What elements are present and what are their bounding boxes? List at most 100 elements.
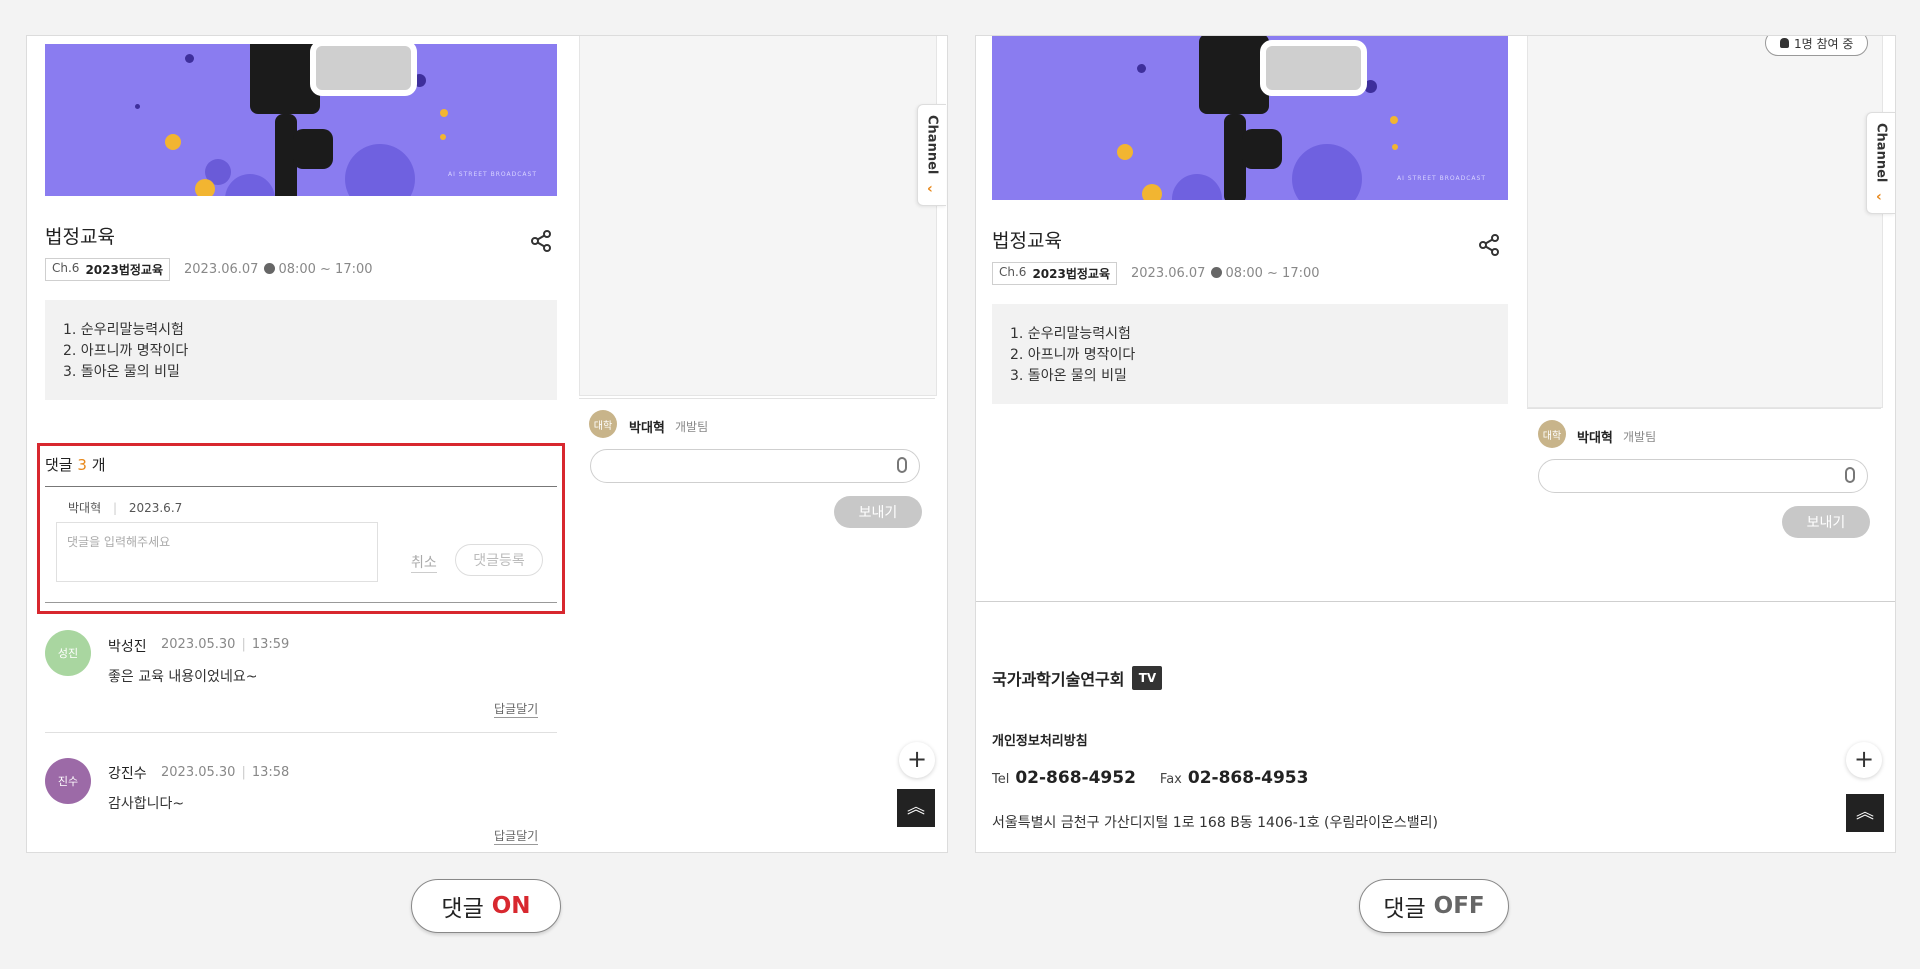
divider	[45, 732, 557, 733]
comment-date: 2023.05.30 | 13:58	[161, 765, 290, 780]
person-icon	[1780, 38, 1789, 48]
channel-name: 2023법정교육	[85, 263, 163, 277]
channel-badge: Ch.6 2023법정교육	[992, 262, 1117, 285]
share-icon[interactable]	[529, 229, 553, 253]
channel-tab-label: Channel	[1873, 123, 1889, 183]
reply-button[interactable]: 답글달기	[494, 827, 539, 845]
agenda-box: 1. 순우리말능력시험 2. 아프니까 명작이다 3. 돌아온 물의 비밀	[992, 304, 1508, 404]
agenda-item: 3. 돌아온 물의 비밀	[63, 364, 180, 380]
tel-number: 02-868-4952	[1015, 768, 1136, 788]
share-icon[interactable]	[1477, 233, 1501, 257]
comment-avatar-text: 진수	[57, 775, 79, 788]
agenda-item: 3. 돌아온 물의 비밀	[1010, 368, 1127, 384]
page-title: 법정교육	[992, 230, 1062, 252]
comment-header-label: 댓글	[45, 456, 73, 474]
video-time-value: 08:00 ~ 17:00	[278, 262, 373, 277]
plus-button[interactable]: +	[1846, 742, 1882, 778]
avatar: 대학	[589, 410, 617, 438]
contact-info: Tel 02-868-4952 Fax 02-868-4953	[992, 768, 1326, 788]
comment-count: 3	[77, 456, 87, 474]
video-meta: Ch.6 2023법정교육 2023.06.07 08:00 ~ 17:00	[45, 258, 373, 281]
divider	[45, 486, 557, 487]
channel-name: 2023법정교육	[1032, 267, 1110, 281]
comment-writer: 박대혁 | 2023.6.7	[68, 501, 183, 515]
page-title: 법정교육	[45, 226, 115, 248]
comment-input[interactable]: 댓글을 입력해주세요	[56, 522, 378, 582]
chevron-left-icon: ‹	[927, 181, 933, 197]
chat-user-name: 박대혁	[629, 421, 665, 436]
site-footer: 국가과학기술연구회 TV 개인정보처리방침 Tel 02-868-4952 Fa…	[976, 601, 1895, 852]
chat-composer: 대학 박대혁 개발팀 보내기	[1527, 408, 1881, 552]
video-time: 08:00 ~ 17:00	[264, 262, 373, 277]
comments-on-preview: AI STREET BROADCAST 법정교육 Ch.6 2023법정교육 2…	[26, 35, 948, 853]
comment-writer-name: 박대혁	[68, 501, 102, 515]
send-button[interactable]: 보내기	[1782, 506, 1870, 538]
banner-watermark: AI STREET BROADCAST	[1397, 175, 1486, 182]
chat-user-name: 박대혁	[1577, 431, 1613, 446]
video-date: 2023.06.07	[1131, 266, 1206, 281]
channel-tab[interactable]: Channel ‹	[1866, 112, 1895, 214]
reply-button[interactable]: 답글달기	[494, 700, 539, 718]
comments-on-toggle[interactable]: 댓글 ON	[411, 879, 561, 933]
channel-tab[interactable]: Channel ‹	[917, 104, 946, 206]
chat-messages-area[interactable]	[579, 36, 937, 396]
clock-icon	[264, 263, 276, 274]
agenda-item: 2. 아프니까 명작이다	[1010, 347, 1136, 363]
agenda-item: 1. 순우리말능력시험	[63, 322, 184, 338]
comment-text: 좋은 교육 내용이었네요~	[108, 669, 258, 685]
toggle-state-off: OFF	[1433, 893, 1485, 919]
attach-icon[interactable]	[1845, 467, 1855, 483]
chevron-left-icon: ‹	[1876, 189, 1882, 205]
toggle-state-on: ON	[491, 893, 531, 919]
toggle-label: 댓글	[441, 896, 484, 922]
video-time-value: 08:00 ~ 17:00	[1225, 266, 1320, 281]
chat-messages-area[interactable]	[1527, 36, 1883, 408]
video-thumbnail[interactable]: AI STREET BROADCAST	[45, 44, 557, 196]
fax-label: Fax	[1159, 772, 1182, 787]
scroll-top-button[interactable]: ︽	[1846, 794, 1884, 832]
comment-author: 강진수	[108, 766, 147, 782]
plus-button[interactable]: +	[899, 742, 935, 778]
chat-composer: 대학 박대혁 개발팀 보내기	[579, 398, 935, 542]
comment-header-unit: 개	[91, 456, 106, 474]
channel-number: Ch.6	[999, 265, 1027, 279]
toggle-label: 댓글	[1383, 896, 1426, 922]
privacy-policy-link[interactable]: 개인정보처리방침	[992, 730, 1088, 749]
comment-write-highlight: 댓글 3 개 박대혁 | 2023.6.7 댓글을 입력해주세요 취소 댓글등록	[37, 443, 565, 614]
agenda-item: 1. 순우리말능력시험	[1010, 326, 1131, 342]
comment-count-header: 댓글 3 개	[45, 454, 106, 475]
channel-tab-label: Channel	[924, 115, 940, 175]
chat-input[interactable]	[1538, 459, 1868, 493]
video-date: 2023.06.07	[184, 262, 259, 277]
address: 서울특별시 금천구 가산디지털 1로 168 B동 1406-1호 (우림라이온…	[992, 815, 1439, 831]
scroll-top-button[interactable]: ︽	[897, 789, 935, 827]
comment-avatar-text: 성진	[57, 647, 79, 660]
comment-register-button[interactable]: 댓글등록	[455, 544, 543, 576]
tel-label: Tel	[992, 772, 1010, 787]
comment-avatar: 진수	[45, 758, 91, 804]
chat-input[interactable]	[590, 449, 920, 483]
attach-icon[interactable]	[897, 457, 907, 473]
video-time: 08:00 ~ 17:00	[1211, 266, 1320, 281]
comment-date-value: 2023.05.30	[161, 765, 236, 780]
org-logo: 국가과학기술연구회 TV	[992, 666, 1163, 690]
comment-author: 박성진	[108, 639, 147, 655]
tv-logo-icon: TV	[1132, 666, 1163, 690]
divider	[45, 602, 557, 603]
comment-time: 13:58	[251, 765, 290, 780]
send-button[interactable]: 보내기	[834, 496, 922, 528]
channel-number: Ch.6	[52, 261, 80, 275]
video-thumbnail[interactable]: AI STREET BROADCAST	[992, 36, 1508, 200]
org-name: 국가과학기술연구회	[992, 670, 1125, 689]
cancel-button[interactable]: 취소	[411, 552, 437, 573]
comment-time: 13:59	[251, 637, 290, 652]
live-viewer-count: 1명 참여 중	[1794, 36, 1854, 51]
comment-date-value: 2023.05.30	[161, 637, 236, 652]
comments-off-toggle[interactable]: 댓글 OFF	[1359, 879, 1509, 933]
banner-watermark: AI STREET BROADCAST	[448, 171, 537, 178]
fax-number: 02-868-4953	[1187, 768, 1309, 788]
comment-date: 2023.05.30 | 13:59	[161, 637, 290, 652]
live-viewer-badge: 1명 참여 중	[1765, 36, 1869, 56]
video-meta: Ch.6 2023법정교육 2023.06.07 08:00 ~ 17:00	[992, 262, 1320, 285]
channel-badge: Ch.6 2023법정교육	[45, 258, 170, 281]
